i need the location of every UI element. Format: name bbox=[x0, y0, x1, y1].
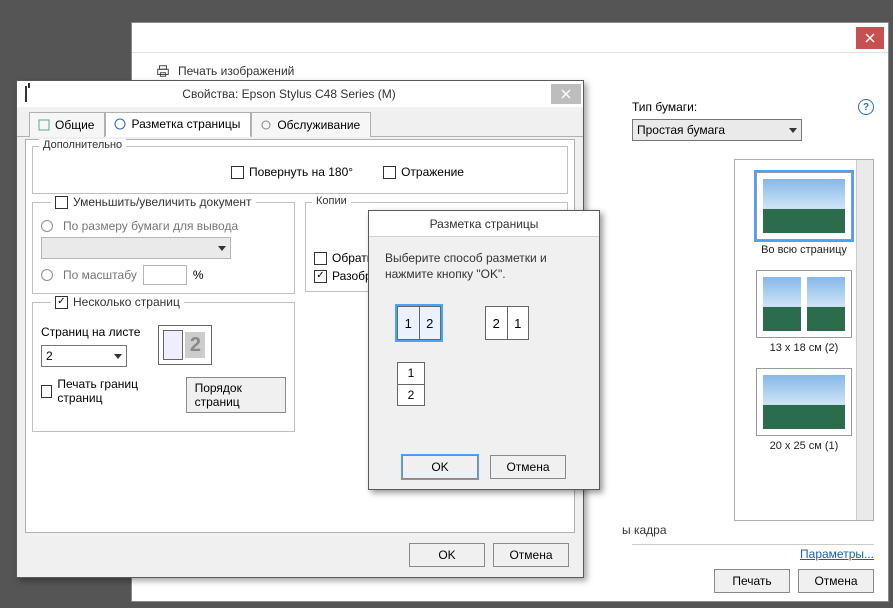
tab-label: Обслуживание bbox=[277, 118, 360, 132]
wizard-message: Выберите способ разметки и нажмите кнопк… bbox=[385, 251, 583, 282]
layout-thumb bbox=[756, 270, 852, 338]
close-icon[interactable] bbox=[856, 27, 884, 49]
cancel-button[interactable]: Отмена bbox=[493, 543, 569, 567]
scale-checkbox[interactable]: Уменьшить/увеличить документ bbox=[55, 195, 252, 209]
crop-fragment: ы кадра bbox=[622, 523, 667, 537]
cancel-button[interactable]: Отмена bbox=[798, 569, 874, 593]
pages-per-sheet-select[interactable]: 2 bbox=[41, 345, 127, 367]
tabs: Общие Разметка страницы Обслуживание bbox=[17, 107, 583, 137]
chevron-up-icon bbox=[861, 166, 869, 171]
output-paper-select bbox=[41, 237, 231, 259]
pages-value: 2 bbox=[46, 349, 53, 363]
group-title: Дополнительно bbox=[39, 139, 126, 151]
printer-icon bbox=[156, 64, 170, 78]
props-footer: OK Отмена bbox=[409, 543, 569, 567]
doc-icon bbox=[38, 119, 50, 131]
cell: 1 bbox=[398, 363, 424, 385]
ok-button[interactable]: OK bbox=[409, 543, 485, 567]
group-scale: Уменьшить/увеличить документ По размеру … bbox=[32, 202, 295, 294]
right-footer: Параметры... Печать Отмена bbox=[632, 547, 874, 593]
chevron-down-icon bbox=[861, 510, 869, 515]
fit-paper-radio: По размеру бумаги для вывода bbox=[41, 219, 286, 233]
multi-checkbox[interactable]: Несколько страниц bbox=[55, 295, 180, 309]
paper-type-value: Простая бумага bbox=[637, 123, 725, 137]
layout-option-12[interactable]: 1 2 bbox=[397, 306, 441, 340]
scroll-up-button[interactable] bbox=[857, 160, 873, 176]
checkbox-label: Отражение bbox=[401, 165, 464, 179]
right-panel: Тип бумаги: ? Простая бумага Во всю стра… bbox=[618, 89, 888, 601]
layout-icon bbox=[114, 118, 126, 130]
layout-caption: Во всю страницу bbox=[761, 244, 847, 256]
radio-label: По масштабу bbox=[63, 268, 137, 282]
layout-thumb bbox=[756, 172, 852, 240]
wizard-footer: OK Отмена bbox=[369, 455, 599, 479]
group-title: Копии bbox=[312, 195, 351, 207]
close-icon[interactable] bbox=[551, 84, 581, 104]
chevron-down-icon bbox=[114, 354, 122, 359]
chevron-down-icon bbox=[789, 128, 797, 133]
checkbox-label: Повернуть на 180° bbox=[249, 165, 353, 179]
cell: 2 bbox=[486, 307, 508, 339]
cancel-button[interactable]: Отмена bbox=[490, 455, 566, 479]
cell: 1 bbox=[398, 307, 420, 339]
ok-button[interactable]: OK bbox=[402, 455, 478, 479]
pages-per-sheet-label: Страниц на листе bbox=[41, 325, 140, 339]
separator bbox=[632, 544, 874, 545]
page-order-button[interactable]: Порядок страниц bbox=[186, 377, 286, 413]
print-button[interactable]: Печать bbox=[714, 569, 790, 593]
props-title: Свойства: Epson Stylus C48 Series (M) bbox=[27, 87, 551, 101]
parameters-link[interactable]: Параметры... bbox=[800, 547, 874, 561]
paper-type-label: Тип бумаги: bbox=[632, 100, 697, 114]
group-additional: Дополнительно Повернуть на 180° Отражени… bbox=[32, 146, 568, 194]
checkbox-label: Несколько страниц bbox=[73, 295, 180, 309]
gear-icon bbox=[260, 119, 272, 131]
cell: 2 bbox=[398, 385, 424, 406]
layout-thumb bbox=[756, 368, 852, 436]
paper-type-select[interactable]: Простая бумага bbox=[632, 119, 802, 141]
checkbox-label: Печать границ страниц bbox=[57, 377, 167, 405]
print-borders-checkbox[interactable]: Печать границ страниц bbox=[41, 377, 168, 405]
by-scale-radio: По масштабу bbox=[41, 268, 137, 282]
layout-item-13x18[interactable]: 13 x 18 cм (2) bbox=[756, 270, 852, 354]
layout-caption: 13 x 18 cм (2) bbox=[770, 342, 839, 354]
tab-label: Общие bbox=[55, 118, 94, 132]
group-multiple-pages: Несколько страниц Страниц на листе 2 2 bbox=[32, 302, 295, 432]
tab-layout[interactable]: Разметка страницы bbox=[105, 112, 251, 137]
outer-title: Печать изображений bbox=[178, 64, 294, 78]
layout-option-vertical[interactable]: 1 2 bbox=[397, 362, 425, 406]
layout-item-full[interactable]: Во всю страницу bbox=[756, 172, 852, 256]
checkbox-label: Уменьшить/увеличить документ bbox=[73, 195, 252, 209]
cell: 2 bbox=[420, 307, 441, 339]
tab-service[interactable]: Обслуживание bbox=[251, 112, 371, 137]
pages-preview-icon: 2 bbox=[158, 325, 212, 365]
layout-item-20x25[interactable]: 20 x 25 cм (1) bbox=[756, 368, 852, 452]
radio-label: По размеру бумаги для вывода bbox=[63, 219, 238, 233]
chevron-down-icon bbox=[218, 246, 226, 251]
props-titlebar: Свойства: Epson Stylus C48 Series (M) bbox=[17, 81, 583, 107]
scroll-down-button[interactable] bbox=[857, 504, 873, 520]
help-icon[interactable]: ? bbox=[858, 99, 874, 115]
layout-option-21[interactable]: 2 1 bbox=[485, 306, 529, 340]
rotate-checkbox[interactable]: Повернуть на 180° bbox=[231, 165, 353, 179]
percent-label: % bbox=[193, 268, 204, 282]
wizard-title: Разметка страницы bbox=[369, 211, 599, 237]
cell: 1 bbox=[508, 307, 529, 339]
tab-label: Разметка страницы bbox=[131, 117, 240, 131]
page-layout-dialog: Разметка страницы Выберите способ размет… bbox=[368, 210, 600, 490]
mirror-checkbox[interactable]: Отражение bbox=[383, 165, 464, 179]
layout-caption: 20 x 25 cм (1) bbox=[770, 440, 839, 452]
scale-input bbox=[143, 265, 187, 285]
tab-general[interactable]: Общие bbox=[29, 112, 105, 137]
layout-list[interactable]: Во всю страницу 13 x 18 cм (2) 20 x 25 c… bbox=[734, 159, 874, 521]
outer-titlebar bbox=[132, 23, 888, 53]
printer-icon bbox=[25, 87, 27, 101]
